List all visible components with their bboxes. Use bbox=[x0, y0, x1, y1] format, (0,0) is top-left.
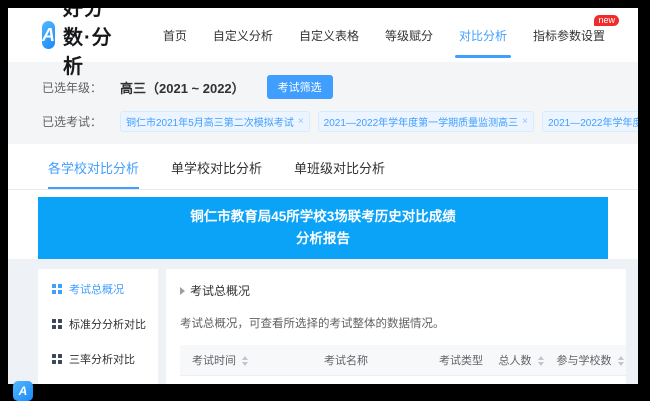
exam-tag-label: 2021—2022年学年度第一学期质量监测高三 bbox=[324, 114, 519, 129]
cell-exam-name: 铜仁市2021年5月高三第二次模拟考试 bbox=[260, 376, 432, 385]
exams-label: 已选考试： bbox=[42, 113, 120, 130]
exam-overview-panel: 考试总概况 考试总概况，可查看所选择的考试整体的数据情况。 考试时间 考试 bbox=[166, 269, 626, 384]
nav-item-custom-analysis[interactable]: 自定义分析 bbox=[213, 8, 273, 62]
cell-participating-schools-link[interactable]: 45 bbox=[552, 376, 626, 385]
app-window: A 好分数·分析 首页 自定义分析 自定义表格 等级赋分 对比分析 指标参数设置… bbox=[8, 8, 638, 384]
report-title-line2: 分析报告 bbox=[296, 228, 350, 250]
report-sidebar: 考试总概况 标准分分析对比 三率分析对比 分档上线分析对比 bbox=[38, 269, 158, 384]
exam-tag-label: 2021—2022年学年度第一学期质量监测高三 bbox=[548, 114, 638, 129]
banner-wrap: 铜仁市教育局45所学校3场联考历史对比成绩 分析报告 bbox=[8, 190, 638, 259]
sidebar-item-label: 标准分分析对比 bbox=[69, 316, 146, 332]
exam-tag-label: 铜仁市2021年5月高三第二次模拟考试 bbox=[126, 114, 294, 129]
grid-icon bbox=[52, 284, 62, 294]
section-title: 考试总概况 bbox=[190, 282, 250, 299]
nav-item-comparison-analysis[interactable]: 对比分析 bbox=[459, 8, 507, 62]
new-badge: new bbox=[594, 15, 619, 26]
section-description: 考试总概况，可查看所选择的考试整体的数据情况。 bbox=[180, 315, 612, 331]
exam-tag[interactable]: 铜仁市2021年5月高三第二次模拟考试 × bbox=[120, 111, 310, 132]
sidebar-item-label: 考试总概况 bbox=[69, 281, 124, 297]
col-header-label: 参与学校数 bbox=[556, 355, 611, 367]
brand-logo-icon: A bbox=[42, 21, 55, 49]
col-header-label: 考试名称 bbox=[324, 355, 368, 367]
tab-single-class-comparison[interactable]: 单班级对比分析 bbox=[294, 144, 385, 189]
exam-tag[interactable]: 2021—2022年学年度第一学期质量监测高三 × bbox=[542, 111, 638, 132]
table-header-row: 考试时间 考试名称 考试类型 总人数 bbox=[180, 345, 626, 376]
sidebar-item-three-rates-comparison[interactable]: 三率分析对比 bbox=[52, 351, 158, 367]
cell-exam-time: 2021/05/07 bbox=[180, 376, 260, 385]
tab-single-school-comparison[interactable]: 单学校对比分析 bbox=[171, 144, 262, 189]
col-header-label: 考试类型 bbox=[439, 355, 483, 367]
exam-filter-row: 已选考试： 铜仁市2021年5月高三第二次模拟考试 × 2021—2022年学年… bbox=[42, 111, 604, 132]
nav-item-home[interactable]: 首页 bbox=[163, 8, 187, 62]
nav-item-grade-assignment[interactable]: 等级赋分 bbox=[385, 8, 433, 62]
col-header-total-students[interactable]: 总人数 bbox=[490, 345, 552, 376]
sort-icon[interactable] bbox=[538, 356, 544, 366]
analysis-tabs: 各学校对比分析 单学校对比分析 单班级对比分析 bbox=[8, 144, 638, 190]
col-header-exam-type: 考试类型 bbox=[432, 345, 490, 376]
table-row: 2021/05/07 铜仁市2021年5月高三第二次模拟考试 月考 37745 … bbox=[180, 376, 626, 385]
grade-value: 高三（2021 ~ 2022） bbox=[120, 78, 245, 97]
cell-exam-type: 月考 bbox=[432, 376, 490, 385]
grid-icon bbox=[52, 354, 62, 364]
grid-icon bbox=[52, 319, 62, 329]
tab-all-schools-comparison[interactable]: 各学校对比分析 bbox=[48, 144, 139, 189]
report-title-line1: 铜仁市教育局45所学校3场联考历史对比成绩 bbox=[190, 206, 456, 228]
floating-logo-icon[interactable]: A bbox=[13, 381, 33, 401]
nav-item-indicator-settings-label: 指标参数设置 bbox=[533, 27, 605, 44]
sidebar-item-label: 三率分析对比 bbox=[69, 351, 135, 367]
top-header: A 好分数·分析 首页 自定义分析 自定义表格 等级赋分 对比分析 指标参数设置… bbox=[8, 8, 638, 62]
content-area: 考试总概况 标准分分析对比 三率分析对比 分档上线分析对比 考试总概况 考试总概… bbox=[8, 259, 638, 384]
nav-item-indicator-settings[interactable]: 指标参数设置 new bbox=[533, 8, 605, 62]
grade-filter-row: 已选年级： 高三（2021 ~ 2022） 考试筛选 bbox=[42, 75, 604, 99]
section-arrow-icon bbox=[180, 287, 185, 295]
grade-label: 已选年级： bbox=[42, 79, 120, 96]
sidebar-item-standard-score-comparison[interactable]: 标准分分析对比 bbox=[52, 316, 158, 332]
col-header-label: 总人数 bbox=[498, 355, 531, 367]
sort-icon[interactable] bbox=[242, 356, 248, 366]
cell-total-students: 37745 bbox=[490, 376, 552, 385]
col-header-label: 考试时间 bbox=[192, 355, 236, 367]
exam-tag[interactable]: 2021—2022年学年度第一学期质量监测高三 × bbox=[318, 111, 534, 132]
exam-filter-button[interactable]: 考试筛选 bbox=[267, 75, 333, 99]
tag-close-icon[interactable]: × bbox=[522, 116, 528, 127]
report-title-banner: 铜仁市教育局45所学校3场联考历史对比成绩 分析报告 bbox=[38, 197, 608, 259]
sidebar-item-exam-overview[interactable]: 考试总概况 bbox=[52, 281, 158, 297]
nav-item-custom-table[interactable]: 自定义表格 bbox=[299, 8, 359, 62]
col-header-participating-schools[interactable]: 参与学校数 bbox=[552, 345, 626, 376]
main-nav: 首页 自定义分析 自定义表格 等级赋分 对比分析 指标参数设置 new bbox=[150, 8, 618, 62]
tag-close-icon[interactable]: × bbox=[298, 116, 304, 127]
brand-name: 好分数·分析 bbox=[63, 8, 114, 79]
sort-icon[interactable] bbox=[618, 356, 624, 366]
exam-overview-table: 考试时间 考试名称 考试类型 总人数 bbox=[180, 345, 626, 384]
col-header-exam-name: 考试名称 bbox=[260, 345, 432, 376]
section-header: 考试总概况 bbox=[180, 282, 612, 299]
col-header-exam-time[interactable]: 考试时间 bbox=[180, 345, 260, 376]
